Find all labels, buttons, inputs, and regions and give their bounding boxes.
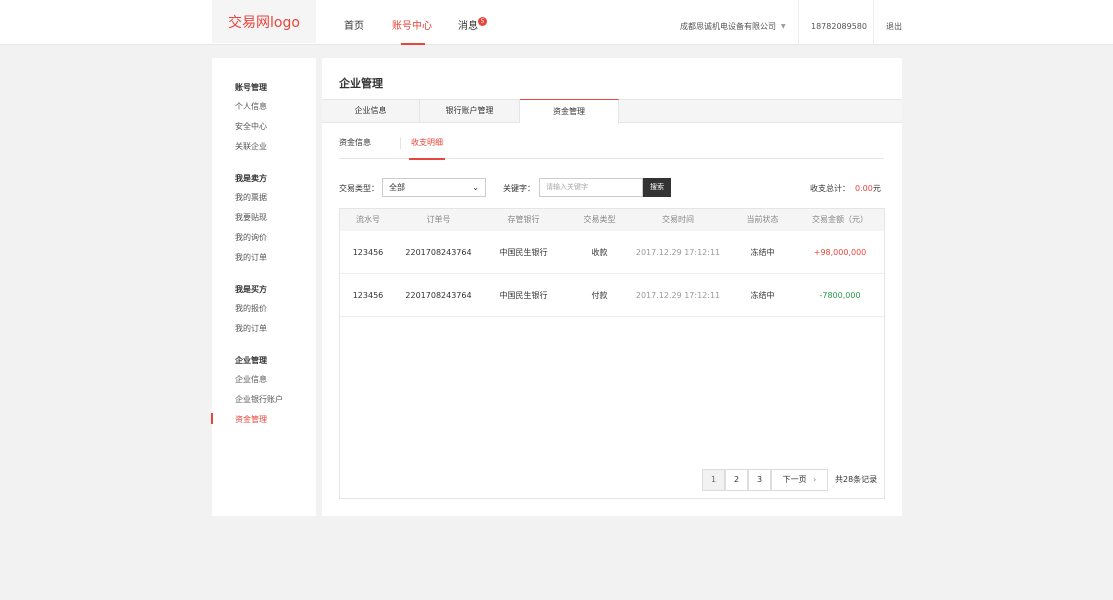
tab-bank-accounts[interactable]: 银行账户管理 [420, 99, 520, 123]
keyword-label: 关键字： [503, 184, 535, 193]
header-divider [873, 0, 874, 45]
cell-order: 2201708243764 [405, 291, 472, 300]
keyword-input[interactable]: 请输入关键字 [539, 178, 643, 197]
site-logo[interactable]: 交易网logo [212, 0, 316, 43]
cell-bank: 中国民生银行 [499, 248, 548, 257]
sidebar: 账号管理 个人信息 安全中心 关联企业 我是卖方 我的票据 我要贴现 我的询价 … [211, 58, 316, 516]
sidebar-item-fund-management[interactable]: 资金管理 [211, 413, 267, 425]
top-header: 交易网logo 首页 账号中心 消息 5 成都思诚机电设备有限公司 ▼ 18782… [0, 0, 1113, 45]
sidebar-item-security-center[interactable]: 安全中心 [235, 121, 267, 132]
transaction-type-label: 交易类型： [339, 184, 379, 193]
chevron-down-icon: ▼ [781, 23, 786, 30]
table-row[interactable]: 123456 2201708243764 中国民生银行 收款 2017.12.2… [340, 231, 884, 274]
sidebar-item-my-quotes[interactable]: 我的报价 [235, 303, 267, 314]
column-header-status: 当前状态 [746, 215, 779, 224]
nav-account-center[interactable]: 账号中心 [392, 0, 432, 45]
column-header-serial: 流水号 [356, 215, 380, 224]
subtab-income-expense[interactable]: 收支明细 [409, 137, 445, 160]
sidebar-item-company-info[interactable]: 企业信息 [235, 374, 267, 385]
cell-serial: 123456 [352, 291, 384, 300]
column-header-amount: 交易金额（元） [812, 215, 868, 224]
cell-status: 冻结中 [750, 291, 775, 300]
column-header-type: 交易类型 [583, 215, 616, 224]
sidebar-item-personal-info[interactable]: 个人信息 [235, 101, 267, 112]
sidebar-section-title: 账号管理 [235, 83, 267, 92]
transactions-table: 流水号 订单号 存管银行 交易类型 交易时间 当前状态 交易金额（元） 1234… [339, 208, 885, 499]
cell-type: 收款 [591, 248, 608, 257]
sidebar-section-title: 我是卖方 [235, 174, 267, 183]
page-title: 企业管理 [339, 77, 383, 90]
pagination: 1 2 3 下一页 › 共28条记录 [322, 469, 902, 491]
column-header-time: 交易时间 [662, 215, 694, 224]
subtab-fund-info[interactable]: 资金信息 [339, 137, 371, 148]
table-header: 流水号 订单号 存管银行 交易类型 交易时间 当前状态 交易金额（元） [340, 209, 884, 231]
page-button-3[interactable]: 3 [748, 469, 771, 491]
cell-order: 2201708243764 [405, 248, 472, 257]
total-records: 共28条记录 [835, 475, 878, 484]
next-page-label: 下一页 [782, 475, 807, 484]
nav-messages-label: 消息 [458, 21, 478, 32]
message-count-badge: 5 [478, 17, 487, 26]
page-button-1[interactable]: 1 [702, 469, 725, 491]
sidebar-section-title: 我是买方 [235, 285, 267, 294]
cell-serial: 123456 [352, 248, 384, 257]
user-phone: 18782089580 [811, 22, 867, 31]
cell-amount: -7800,000 [819, 291, 861, 300]
logout-link[interactable]: 退出 [886, 0, 902, 45]
header-divider [798, 0, 799, 45]
tab-company-info[interactable]: 企业信息 [322, 99, 420, 123]
sidebar-item-my-inquiries[interactable]: 我的询价 [235, 232, 267, 243]
company-name: 成都思诚机电设备有限公司 [680, 22, 776, 31]
page-button-2[interactable]: 2 [725, 469, 748, 491]
sub-tab-bar: 资金信息 收支明细 [339, 137, 884, 160]
tab-fund-management[interactable]: 资金管理 [520, 99, 619, 124]
sidebar-item-discount[interactable]: 我要贴现 [235, 212, 267, 223]
search-button[interactable]: 搜索 [643, 178, 671, 197]
total-label: 收支总计： [810, 184, 850, 193]
chevron-right-icon: › [813, 475, 817, 484]
subtab-divider [400, 137, 401, 149]
column-header-order: 订单号 [426, 215, 451, 224]
cell-status: 冻结中 [750, 248, 775, 257]
total-amount: 0.00 [855, 184, 873, 193]
cell-amount: +98,000,000 [813, 248, 867, 257]
column-header-bank: 存管银行 [507, 215, 540, 224]
next-page-button[interactable]: 下一页 › [771, 469, 828, 491]
cell-time: 2017.12.29 17:12:11 [635, 291, 721, 300]
sidebar-item-linked-companies[interactable]: 关联企业 [235, 141, 267, 152]
main-panel: 企业管理 企业信息 银行账户管理 资金管理 资金信息 收支明细 交易类型： 全部… [322, 58, 902, 516]
sidebar-item-my-bills[interactable]: 我的票据 [235, 192, 267, 203]
chevron-down-icon: ⌄ [472, 183, 479, 192]
table-row[interactable]: 123456 2201708243764 中国民生银行 付款 2017.12.2… [340, 274, 884, 317]
nav-home[interactable]: 首页 [344, 0, 364, 45]
total-unit: 元 [872, 184, 881, 193]
transaction-type-value: 全部 [389, 183, 405, 192]
nav-messages[interactable]: 消息 5 [458, 0, 487, 45]
sidebar-section-title: 企业管理 [235, 356, 267, 365]
company-switcher[interactable]: 成都思诚机电设备有限公司 ▼ [680, 0, 786, 45]
transaction-type-select[interactable]: 全部 ⌄ [382, 178, 486, 197]
sidebar-item-buyer-orders[interactable]: 我的订单 [235, 323, 267, 334]
cell-bank: 中国民生银行 [499, 291, 548, 300]
total-summary: 收支总计： 0.00元 [810, 183, 881, 194]
cell-type: 付款 [591, 291, 608, 300]
sidebar-item-seller-orders[interactable]: 我的订单 [235, 252, 267, 263]
cell-time: 2017.12.29 17:12:11 [635, 248, 721, 257]
sidebar-item-company-bank-accounts[interactable]: 企业银行账户 [235, 394, 283, 405]
tab-bar: 企业信息 银行账户管理 资金管理 [322, 99, 902, 124]
